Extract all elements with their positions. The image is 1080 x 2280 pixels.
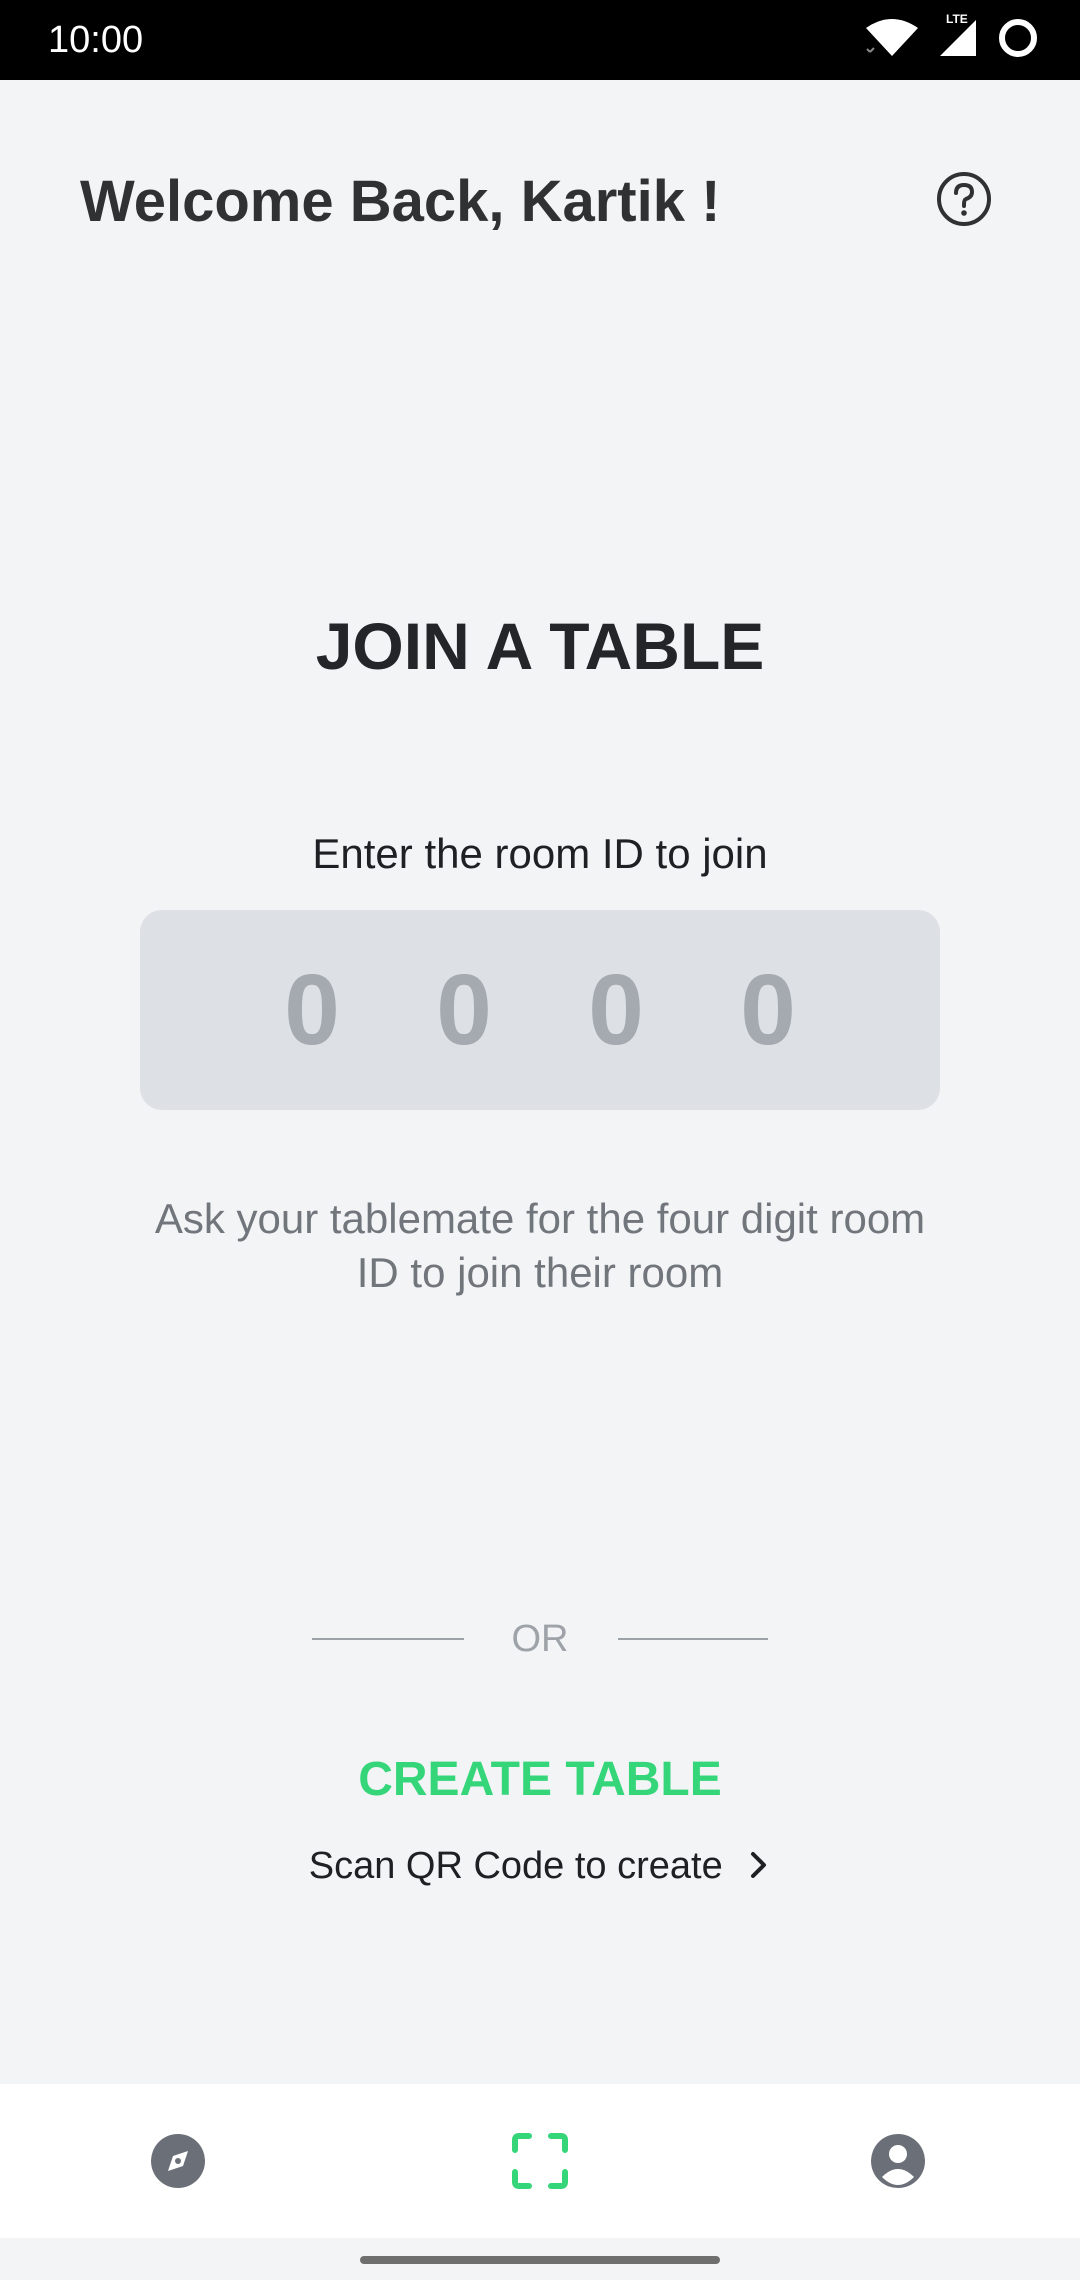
room-id-digit-1[interactable]: 0	[236, 955, 388, 1065]
divider-label: OR	[511, 1618, 569, 1660]
join-heading: JOIN A TABLE	[315, 609, 765, 683]
help-circle-icon	[937, 172, 991, 226]
battery-icon	[996, 16, 1040, 65]
nav-profile[interactable]	[818, 2084, 978, 2238]
account-icon	[871, 2134, 925, 2188]
room-id-digit-4[interactable]: 0	[692, 955, 844, 1065]
divider-line-right	[618, 1638, 768, 1640]
join-prompt: Enter the room ID to join	[312, 830, 768, 877]
join-hint: Ask your tablemate for the four digit ro…	[154, 1195, 926, 1296]
nav-explore[interactable]	[98, 2084, 258, 2238]
scan-qr-link[interactable]: Scan QR Code to create	[0, 1840, 1080, 1894]
status-icons: LTE	[864, 12, 1040, 65]
cellular-signal-icon: LTE	[936, 12, 980, 65]
compass-icon	[151, 2134, 205, 2188]
room-id-digit-3[interactable]: 0	[540, 955, 692, 1065]
create-table-button[interactable]: CREATE TABLE	[0, 1748, 1080, 1812]
room-id-digit-2[interactable]: 0	[388, 955, 540, 1065]
bottom-nav	[0, 2084, 1080, 2238]
status-bar: 10:00 LTE	[0, 0, 1080, 80]
chevron-right-icon	[747, 1842, 771, 1894]
scan-icon	[512, 2133, 568, 2189]
page-title: Welcome Back, Kartik !	[80, 169, 721, 234]
or-divider: OR	[0, 1614, 1080, 1664]
nav-scan[interactable]	[460, 2084, 620, 2238]
wifi-icon	[864, 16, 920, 65]
lte-label: LTE	[946, 11, 968, 26]
help-button[interactable]	[935, 170, 993, 228]
gesture-bar[interactable]	[360, 2256, 720, 2264]
scan-qr-label: Scan QR Code to create	[308, 1845, 723, 1887]
room-id-input[interactable]: 0 0 0 0	[140, 910, 940, 1110]
status-time: 10:00	[48, 19, 144, 61]
